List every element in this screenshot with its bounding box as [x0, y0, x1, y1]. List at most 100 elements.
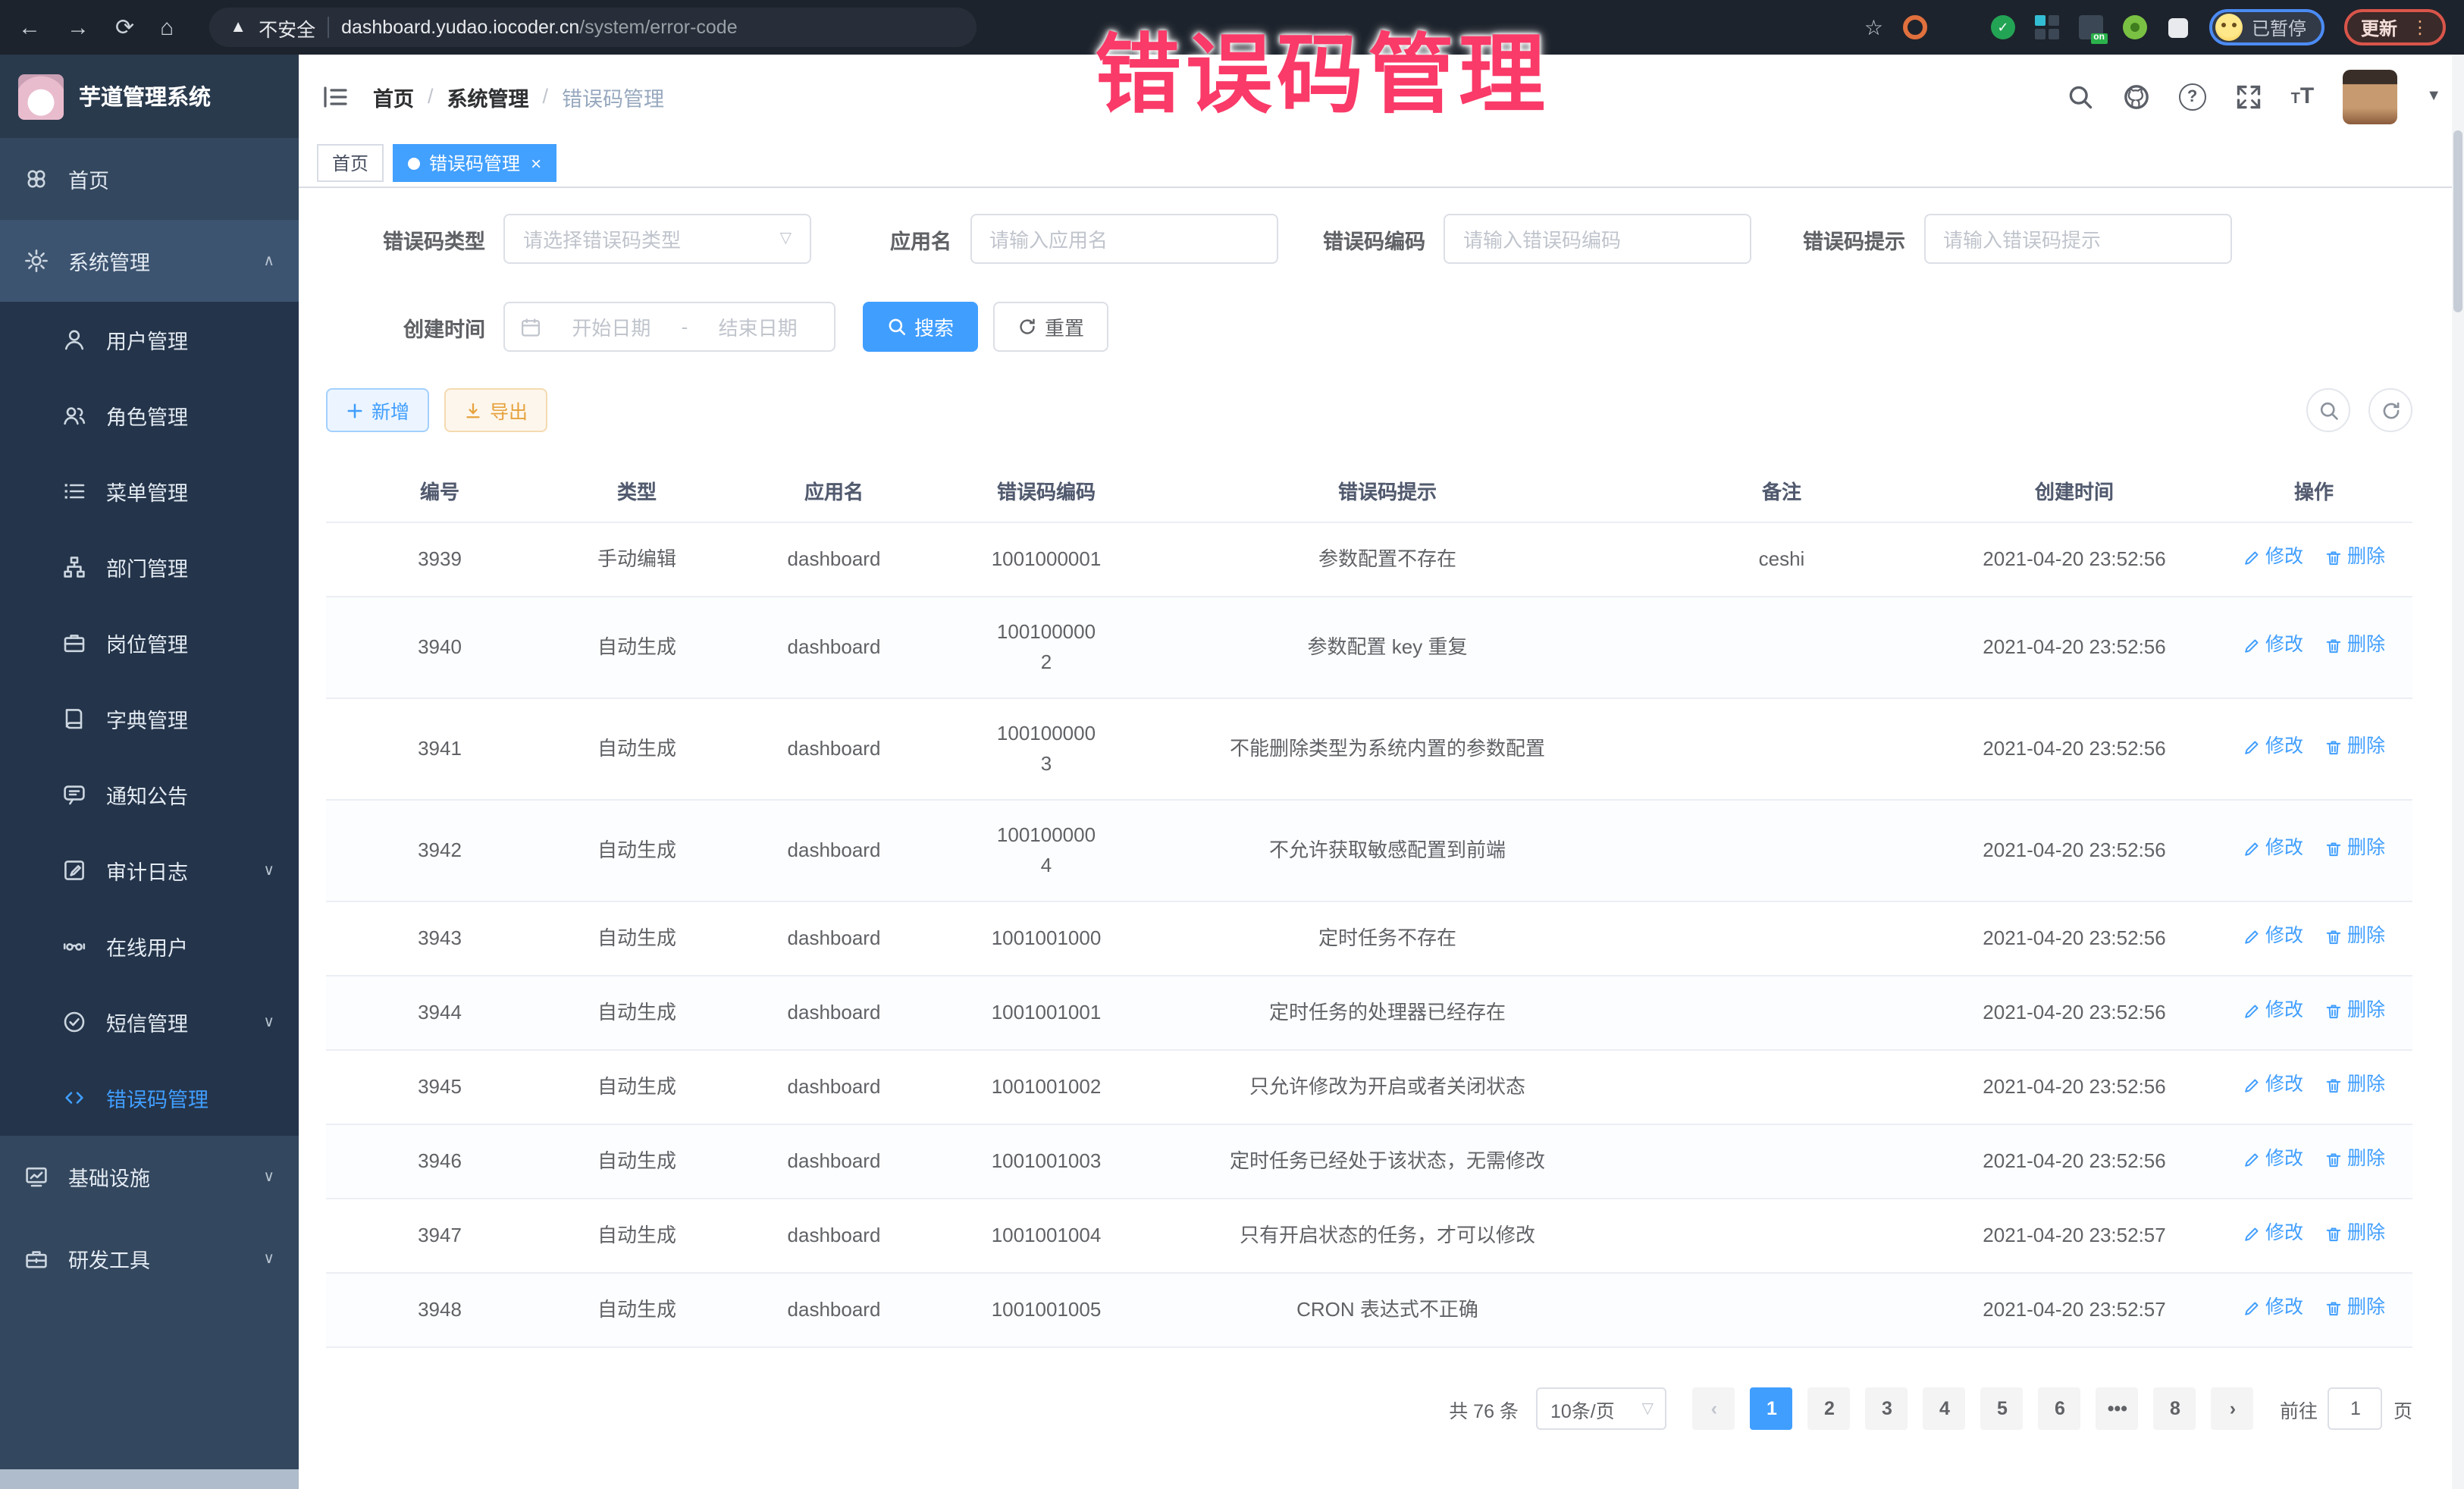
date-range-input[interactable]: 开始日期 - 结束日期	[503, 302, 835, 352]
extensions-puzzle-icon[interactable]	[2168, 17, 2188, 37]
error-type-select[interactable]: 请选择错误码类型 ▽	[503, 214, 811, 264]
fullscreen-icon[interactable]	[2235, 83, 2262, 110]
profile-avatar-icon	[2215, 14, 2243, 41]
edit-link[interactable]: 修改	[2243, 922, 2303, 951]
menu-list-icon	[62, 479, 86, 503]
goto-page-input[interactable]: 1	[2328, 1387, 2383, 1430]
edit-link[interactable]: 修改	[2243, 1293, 2303, 1323]
address-bar[interactable]: ▲ 不安全 dashboard.yudao.iocoder.cn/system/…	[208, 8, 976, 47]
delete-link[interactable]: 删除	[2324, 996, 2385, 1026]
sidebar-item-dept-management[interactable]: 部门管理	[0, 529, 299, 605]
sidebar-item-user-management[interactable]: 用户管理	[0, 302, 299, 378]
sidebar-item-audit-log[interactable]: 审计日志∨	[0, 832, 299, 908]
sidebar-item-dev-tools[interactable]: 研发工具∨	[0, 1218, 299, 1299]
sidebar-collapse-bar[interactable]	[0, 1469, 299, 1489]
user-avatar[interactable]	[2343, 69, 2397, 124]
delete-link[interactable]: 删除	[2324, 1071, 2385, 1100]
extension-check-icon[interactable]: ✓	[1991, 15, 2015, 39]
refresh-table-icon-button[interactable]	[2368, 388, 2412, 432]
edit-pencil-icon	[2243, 1225, 2261, 1243]
cell-remark	[1630, 901, 1933, 976]
browser-menu-icon[interactable]: ⋮	[2411, 17, 2429, 38]
search-button[interactable]: 搜索	[863, 302, 978, 352]
delete-link[interactable]: 删除	[2324, 922, 2385, 951]
browser-forward-icon[interactable]: →	[67, 16, 89, 39]
delete-link[interactable]: 删除	[2324, 1219, 2385, 1249]
sidebar-item-sms-management[interactable]: 短信管理∨	[0, 984, 299, 1060]
edit-link[interactable]: 修改	[2243, 1071, 2303, 1100]
tab-active[interactable]: 错误码管理×	[393, 144, 556, 182]
page-button-8[interactable]: 8	[2154, 1387, 2196, 1430]
browser-back-icon[interactable]: ←	[18, 16, 41, 39]
sidebar-item-post-management[interactable]: 岗位管理	[0, 605, 299, 681]
chevron-down-icon[interactable]: ▼	[2426, 88, 2441, 105]
sidebar-item-online-users[interactable]: 在线用户	[0, 908, 299, 984]
header-search-icon[interactable]	[2067, 83, 2094, 110]
prev-page-button[interactable]: ‹	[1693, 1387, 1735, 1430]
sidebar-item-notice-announcement[interactable]: 通知公告	[0, 757, 299, 832]
extension-switch-icon[interactable]: on	[2079, 15, 2103, 39]
app-name-input[interactable]: 请输入应用名	[970, 214, 1277, 264]
toggle-search-icon-button[interactable]	[2306, 388, 2350, 432]
breadcrumb-item[interactable]: 首页	[373, 81, 414, 111]
sidebar-item-error-code-management[interactable]: 错误码管理	[0, 1060, 299, 1136]
help-icon[interactable]: ?	[2179, 83, 2206, 110]
edit-link[interactable]: 修改	[2243, 1219, 2303, 1249]
browser-update-button[interactable]: 更新 ⋮	[2344, 9, 2446, 45]
page-button-1[interactable]: 1	[1751, 1387, 1793, 1430]
font-size-icon[interactable]: TT	[2291, 83, 2315, 109]
page-button-2[interactable]: 2	[1808, 1387, 1851, 1430]
error-code-input[interactable]: 请输入错误码编码	[1444, 214, 1751, 264]
page-button-3[interactable]: 3	[1866, 1387, 1908, 1430]
github-icon[interactable]	[2123, 83, 2150, 110]
filter-type-label: 错误码类型	[370, 224, 485, 254]
extension-apps-icon[interactable]	[2035, 15, 2059, 39]
app-title: 芋道管理系统	[79, 80, 211, 112]
sidebar-item-infrastructure[interactable]: 基础设施∨	[0, 1136, 299, 1218]
browser-home-icon[interactable]: ⌂	[160, 16, 174, 39]
next-page-button[interactable]: ›	[2212, 1387, 2254, 1430]
delete-link[interactable]: 删除	[2324, 631, 2385, 660]
page-button-4[interactable]: 4	[1923, 1387, 1966, 1430]
edit-link[interactable]: 修改	[2243, 834, 2303, 864]
extension-gem-icon[interactable]	[1947, 15, 1971, 39]
edit-link[interactable]: 修改	[2243, 732, 2303, 762]
cell-actions: 修改删除	[2215, 1273, 2412, 1347]
sidebar-item-home[interactable]: 首页	[0, 138, 299, 220]
pager-ellipsis[interactable]: •••	[2096, 1387, 2139, 1430]
tab-close-icon[interactable]: ×	[531, 152, 541, 174]
edit-link[interactable]: 修改	[2243, 543, 2303, 572]
page-scrollbar[interactable]	[2452, 55, 2464, 1489]
sidebar-item-dict-management[interactable]: 字典管理	[0, 681, 299, 757]
page-size-select[interactable]: 10条/页 ▽	[1537, 1387, 1667, 1430]
bookmark-star-icon[interactable]: ☆	[1864, 14, 1883, 40]
app-logo[interactable]: 芋道管理系统	[0, 55, 299, 138]
cell-app: dashboard	[720, 1050, 948, 1124]
add-button[interactable]: 新增	[326, 388, 429, 432]
delete-link[interactable]: 删除	[2324, 1145, 2385, 1174]
calendar-icon	[520, 316, 541, 337]
scrollbar-thumb[interactable]	[2453, 130, 2462, 312]
export-button[interactable]: 导出	[444, 388, 547, 432]
breadcrumb-item[interactable]: 系统管理	[447, 81, 529, 111]
browser-reload-icon[interactable]: ⟳	[115, 16, 134, 39]
edit-link[interactable]: 修改	[2243, 1145, 2303, 1174]
extension-key-icon[interactable]	[2123, 15, 2147, 39]
sidebar-item-role-management[interactable]: 角色管理	[0, 378, 299, 453]
browser-profile-badge[interactable]: 已暂停	[2209, 9, 2324, 45]
edit-link[interactable]: 修改	[2243, 996, 2303, 1026]
sidebar-item-system-management[interactable]: 系统管理∧	[0, 220, 299, 302]
sidebar-item-menu-management[interactable]: 菜单管理	[0, 453, 299, 529]
edit-link[interactable]: 修改	[2243, 631, 2303, 660]
delete-link[interactable]: 删除	[2324, 1293, 2385, 1323]
delete-link[interactable]: 删除	[2324, 834, 2385, 864]
delete-link[interactable]: 删除	[2324, 732, 2385, 762]
hamburger-icon[interactable]	[321, 83, 349, 110]
tab-item[interactable]: 首页	[317, 144, 384, 182]
page-button-6[interactable]: 6	[2039, 1387, 2081, 1430]
delete-link[interactable]: 删除	[2324, 543, 2385, 572]
error-msg-input[interactable]: 请输入错误码提示	[1923, 214, 2231, 264]
extension-shield-icon[interactable]	[1903, 15, 1927, 39]
reset-button[interactable]: 重置	[993, 302, 1108, 352]
page-button-5[interactable]: 5	[1981, 1387, 2024, 1430]
